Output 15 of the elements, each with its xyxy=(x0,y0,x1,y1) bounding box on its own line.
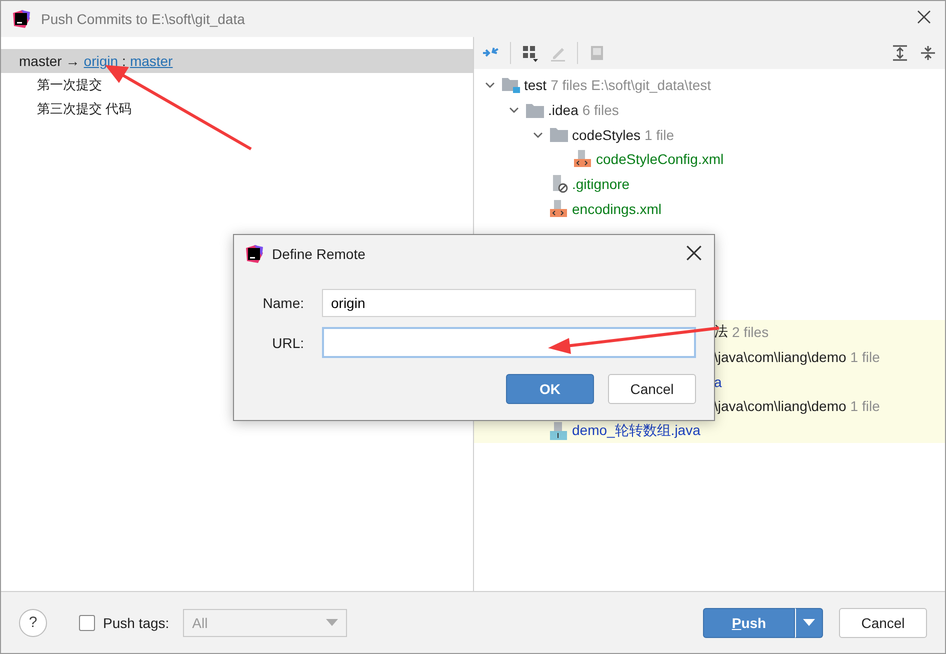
window-title: Push Commits to E:\soft\git_data xyxy=(41,11,246,27)
field-label: Name: xyxy=(262,295,304,311)
file-count: 1 file xyxy=(644,126,674,143)
separator: : xyxy=(122,53,126,69)
push-arrow: → xyxy=(66,53,80,69)
push-tags-label: Push tags: xyxy=(103,614,170,630)
file-count: 6 files xyxy=(582,102,619,118)
file-count: 1 file xyxy=(850,348,880,365)
local-branch: master xyxy=(19,53,62,69)
file-count: 1 file xyxy=(850,398,880,414)
dialog-title: Define Remote xyxy=(272,246,366,262)
field-label: URL: xyxy=(271,334,304,350)
file-count: 2 files xyxy=(732,324,769,340)
file-count: 7 files xyxy=(550,77,588,94)
folder-path: E:\soft\git_data\test xyxy=(591,77,712,94)
